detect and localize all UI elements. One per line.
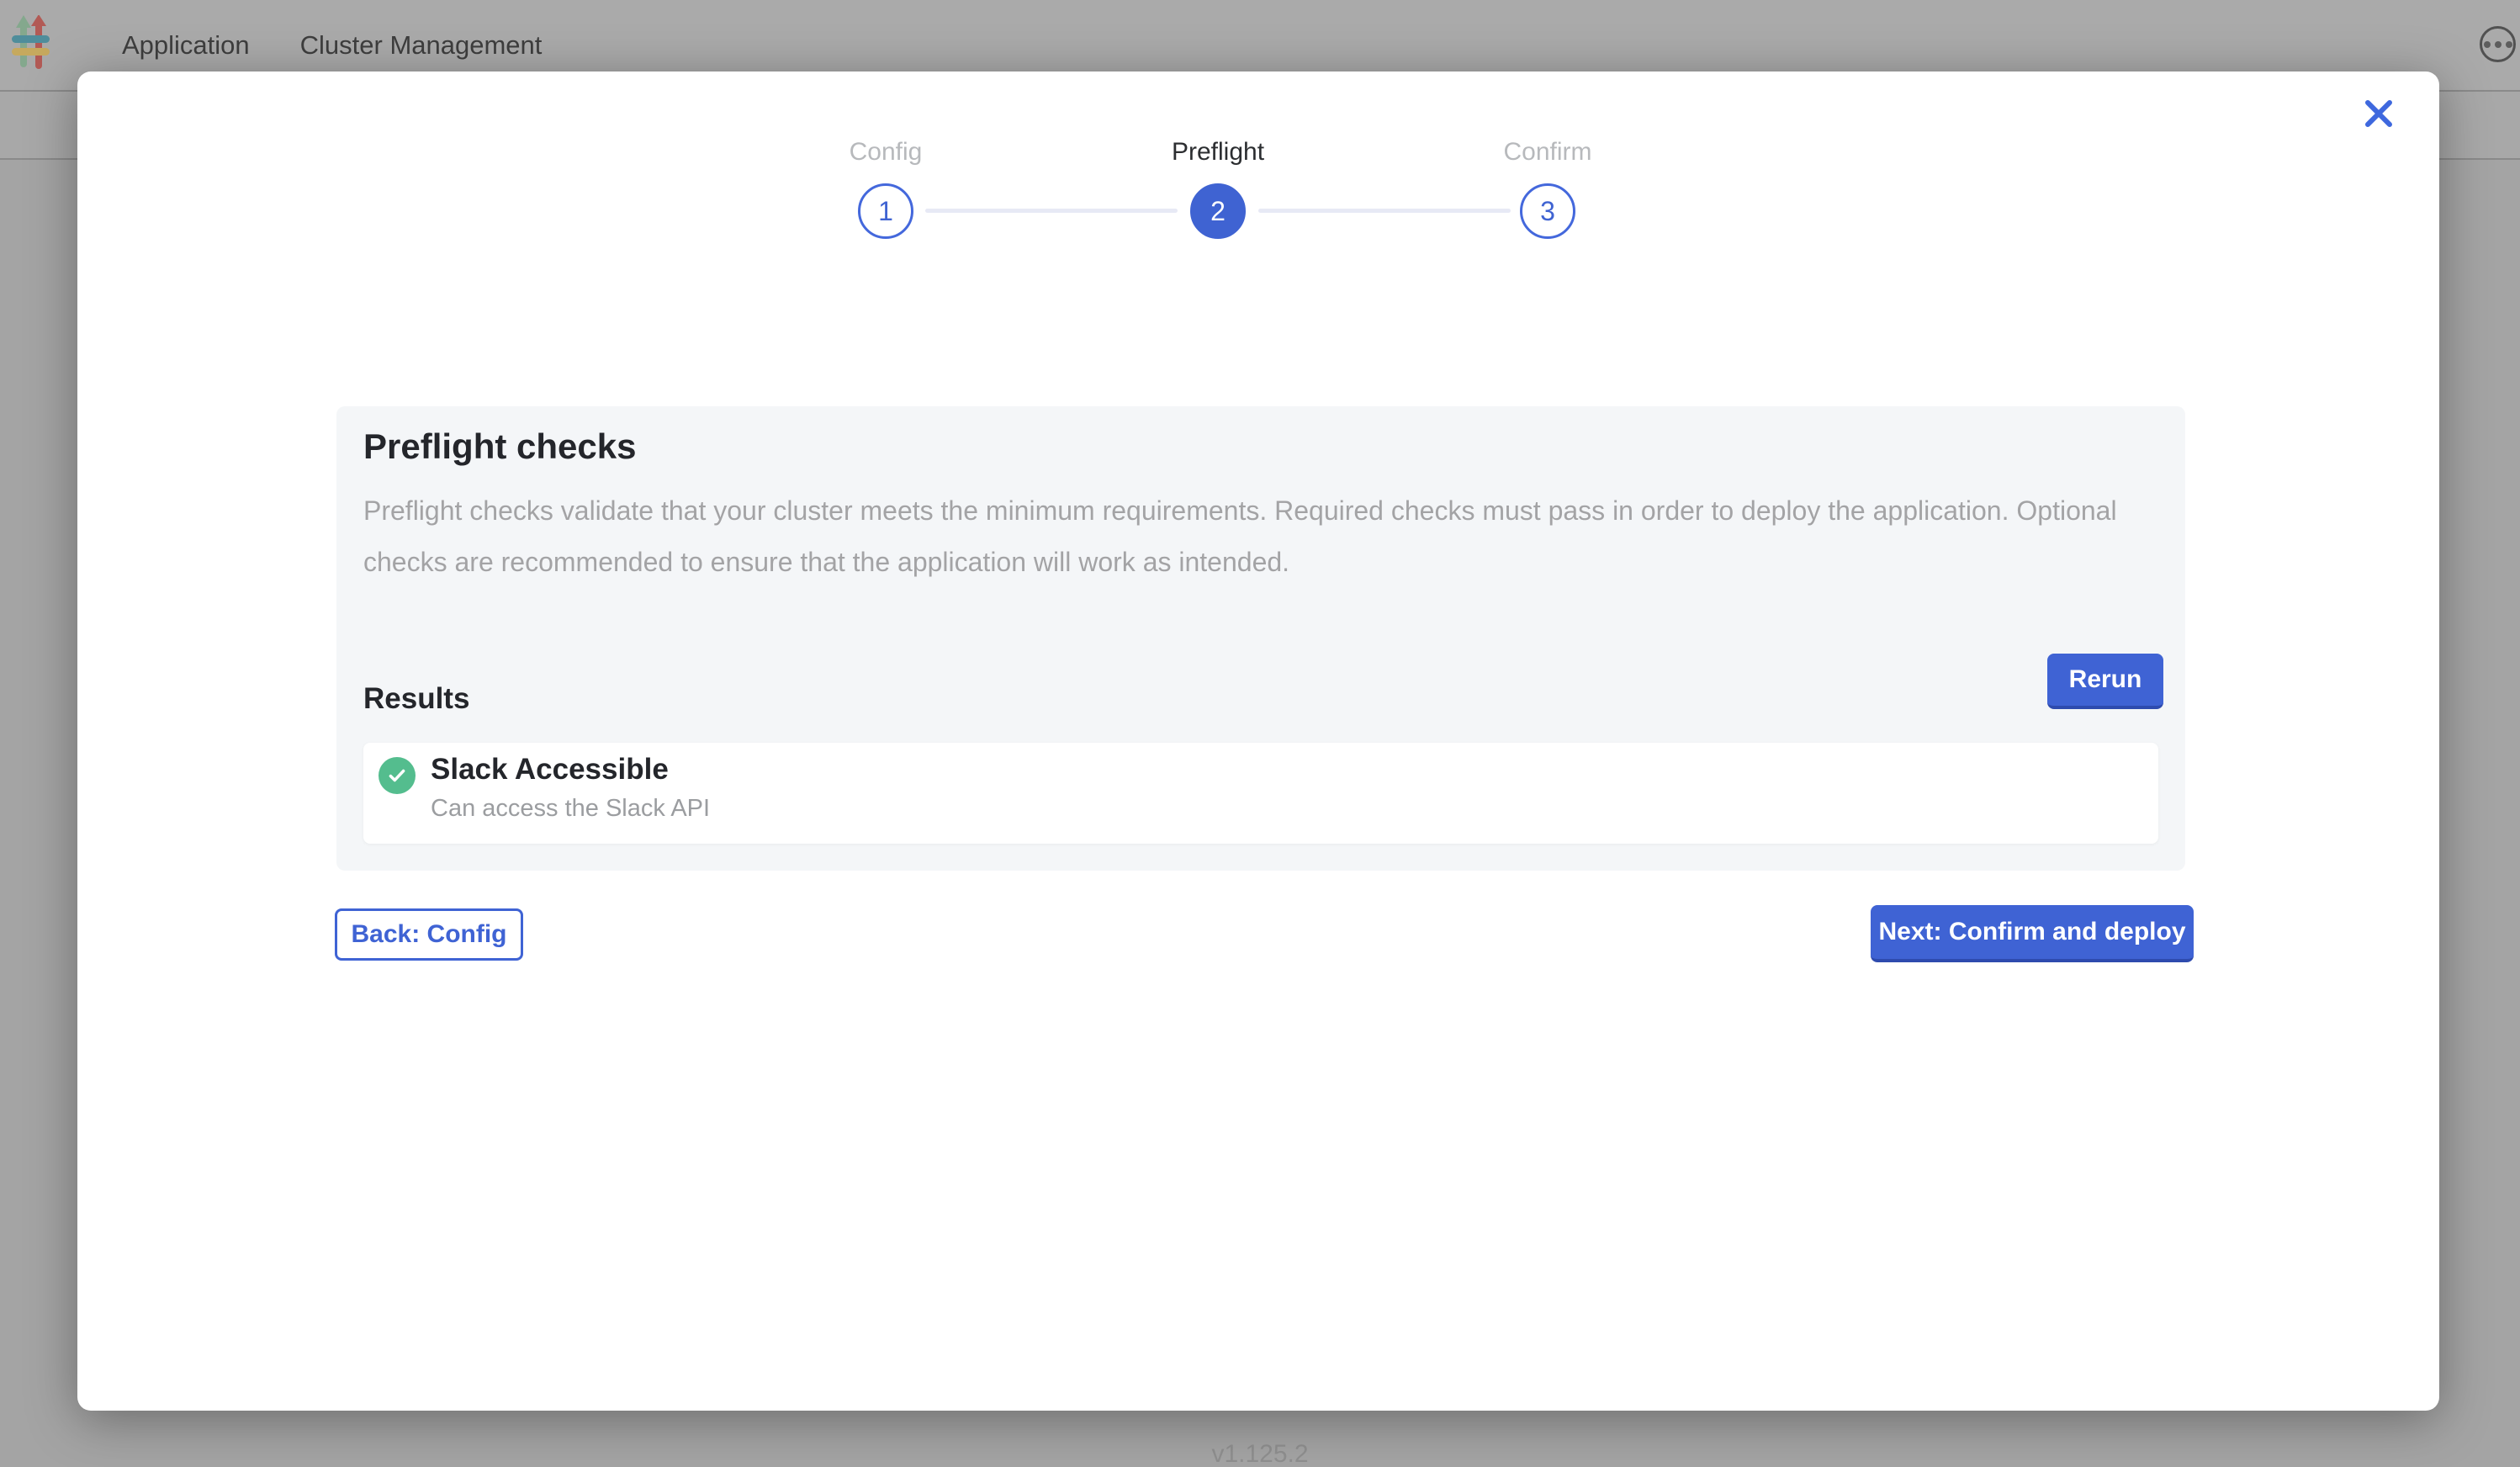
check-detail: Can access the Slack API bbox=[431, 795, 710, 823]
check-name: Slack Accessible bbox=[431, 753, 669, 786]
rerun-button[interactable]: Rerun bbox=[2047, 654, 2163, 709]
close-icon[interactable] bbox=[2355, 90, 2402, 137]
app-version-label: v1.125.2 bbox=[0, 1440, 2520, 1467]
step-label: Config bbox=[785, 137, 987, 167]
preflight-modal: Config 1 Preflight 2 Confirm 3 Preflight… bbox=[77, 71, 2439, 1411]
step-config: Config 1 bbox=[785, 137, 987, 239]
tab-application[interactable]: Application bbox=[122, 30, 250, 61]
check-result-row: Slack Accessible Can access the Slack AP… bbox=[363, 743, 2158, 844]
overflow-menu-icon[interactable] bbox=[2480, 26, 2516, 62]
results-heading: Results bbox=[363, 682, 469, 716]
next-button[interactable]: Next: Confirm and deploy bbox=[1871, 905, 2194, 962]
step-circle: 2 bbox=[1190, 183, 1246, 239]
back-button[interactable]: Back: Config bbox=[335, 908, 523, 961]
step-circle: 3 bbox=[1520, 183, 1575, 239]
tab-cluster-management[interactable]: Cluster Management bbox=[300, 30, 543, 61]
step-label: Preflight bbox=[1117, 137, 1319, 167]
step-connector bbox=[1258, 209, 1511, 213]
ellipsis-dot bbox=[2495, 41, 2501, 48]
step-confirm: Confirm 3 bbox=[1447, 137, 1649, 239]
step-preflight: Preflight 2 bbox=[1117, 137, 1319, 239]
preflight-checks-card: Preflight checks Preflight checks valida… bbox=[336, 406, 2185, 871]
preflight-description: Preflight checks validate that your clus… bbox=[363, 485, 2147, 588]
step-label: Confirm bbox=[1447, 137, 1649, 167]
check-pass-icon bbox=[379, 757, 416, 794]
ellipsis-dot bbox=[2484, 41, 2491, 48]
step-connector bbox=[925, 209, 1178, 213]
preflight-title: Preflight checks bbox=[363, 426, 636, 467]
app-logo-icon[interactable] bbox=[11, 15, 56, 72]
step-circle: 1 bbox=[858, 183, 913, 239]
ellipsis-dot bbox=[2506, 41, 2512, 48]
